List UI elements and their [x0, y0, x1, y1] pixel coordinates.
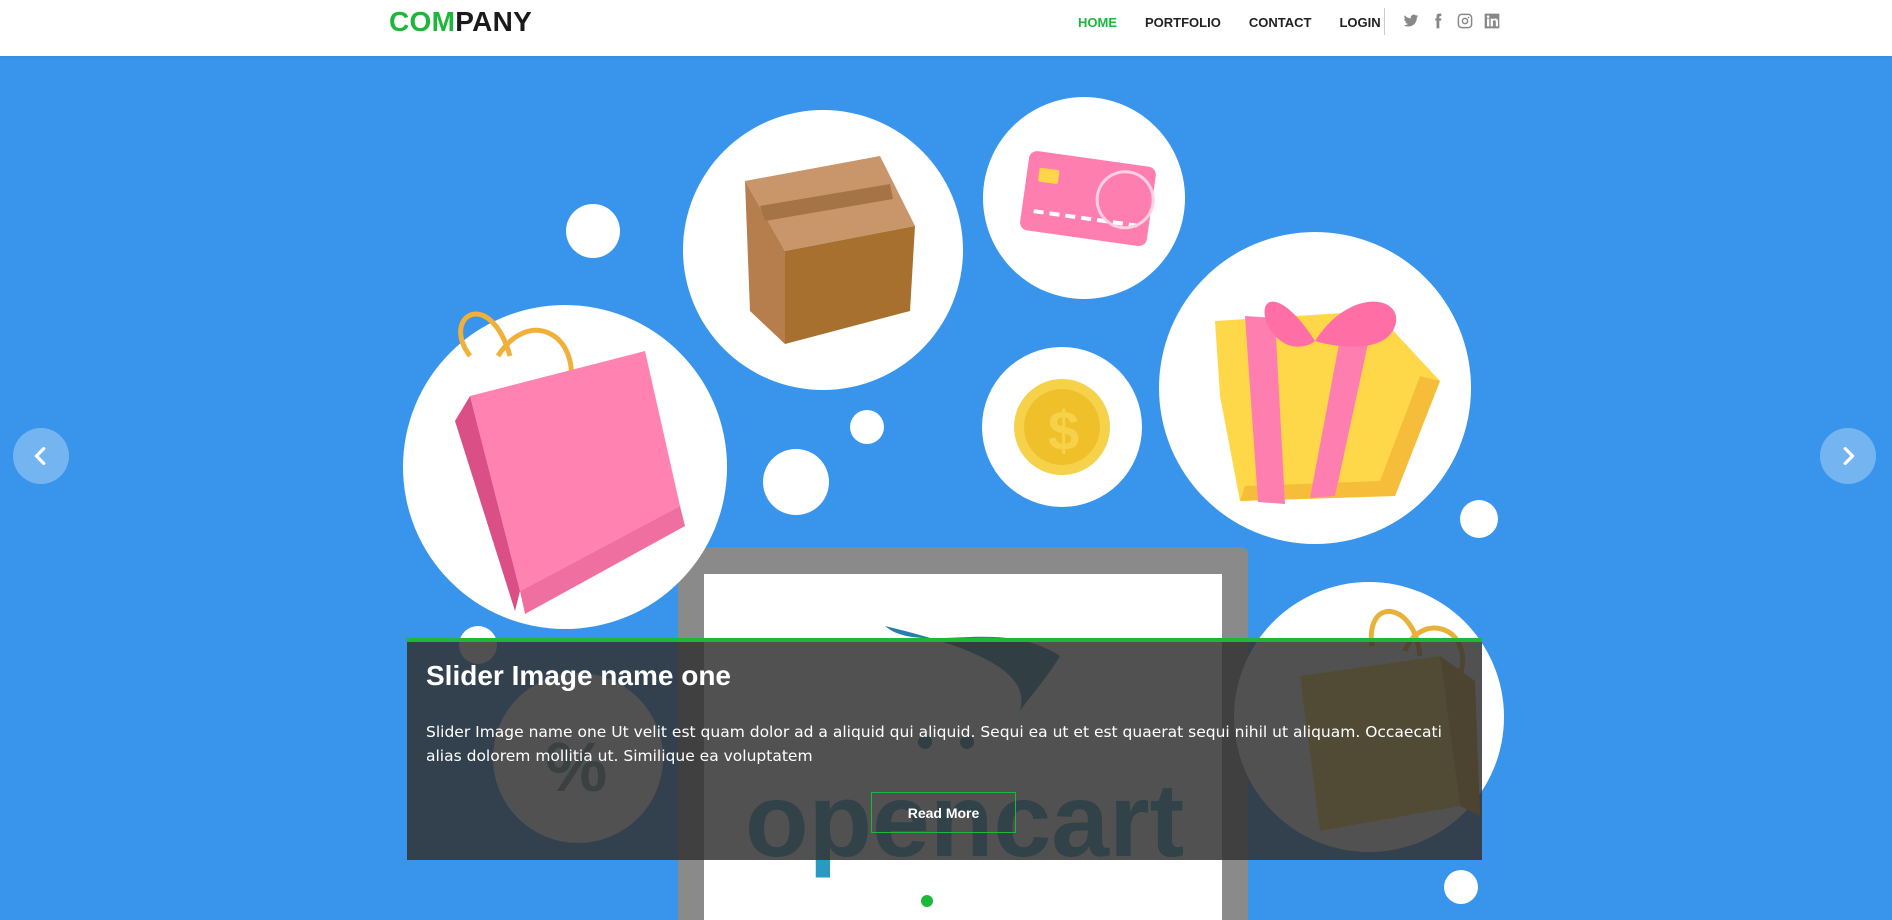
gift-bubble [1159, 232, 1471, 544]
chevron-left-icon [34, 447, 46, 465]
svg-text:$: $ [1048, 399, 1079, 462]
main-nav: HOME PORTFOLIO CONTACT LOGIN [1078, 14, 1409, 30]
credit-card-bubble [983, 97, 1185, 299]
bubble [763, 449, 829, 515]
linkedin-icon[interactable] [1483, 12, 1501, 30]
nav-home[interactable]: HOME [1078, 15, 1117, 30]
logo-part-dark: PANY [455, 6, 533, 37]
box-bubble [683, 110, 963, 390]
hero-slider: opencart [0, 56, 1892, 920]
read-more-button[interactable]: Read More [871, 792, 1016, 833]
twitter-icon[interactable] [1402, 12, 1420, 30]
slide-caption: Slider Image name one Slider Image name … [407, 638, 1482, 860]
instagram-icon[interactable] [1456, 12, 1474, 30]
slider-prev-button[interactable] [13, 428, 69, 484]
slide-description: Slider Image name one Ut velit est quam … [426, 723, 1442, 765]
slider-dot-active[interactable] [921, 895, 933, 907]
bubble [850, 410, 884, 444]
bubble [1444, 870, 1478, 904]
nav-contact[interactable]: CONTACT [1249, 15, 1312, 30]
social-links [1402, 12, 1510, 30]
slide-title: Slider Image name one [426, 660, 731, 691]
shopping-bag-bubble [403, 305, 727, 629]
nav-portfolio[interactable]: PORTFOLIO [1145, 15, 1221, 30]
bubble [1460, 500, 1498, 538]
coin-bubble: $ [982, 347, 1142, 507]
bubble [566, 204, 620, 258]
slider-next-button[interactable] [1820, 428, 1876, 484]
nav-login[interactable]: LOGIN [1339, 15, 1380, 30]
nav-divider [1384, 8, 1385, 35]
site-header: COMPANY HOME PORTFOLIO CONTACT LOGIN [0, 0, 1892, 56]
logo-part-accent: COM [389, 6, 456, 37]
chevron-right-icon [1843, 447, 1855, 465]
facebook-icon[interactable] [1429, 12, 1447, 30]
logo[interactable]: COMPANY [389, 6, 532, 38]
